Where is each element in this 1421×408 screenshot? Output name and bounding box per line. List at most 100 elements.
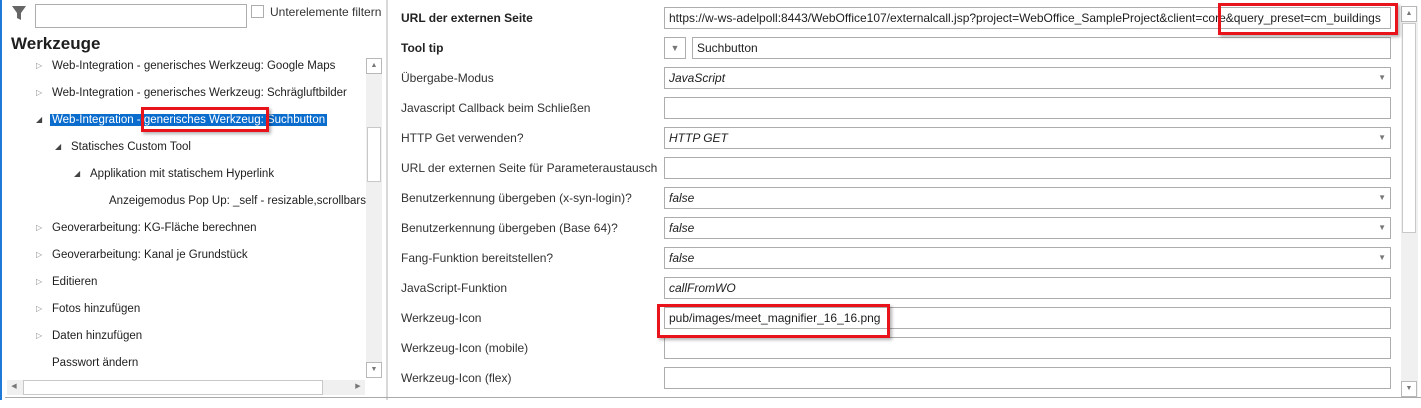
tree-item-label: Geoverarbeitung: KG-Fläche berechnen bbox=[52, 222, 257, 234]
chevron-down-icon[interactable]: ▼ bbox=[1378, 218, 1386, 238]
tree-item[interactable]: ▷ Editieren bbox=[36, 272, 98, 292]
collapsed-arrow-icon[interactable]: ▷ bbox=[36, 56, 46, 76]
property-value: JavaScript bbox=[669, 71, 726, 85]
property-select[interactable]: HTTP GET ▼ bbox=[664, 127, 1391, 149]
tree-item-label: Daten hinzufügen bbox=[52, 330, 143, 342]
property-value: false bbox=[669, 191, 695, 205]
tree-item[interactable]: ◢ Statisches Custom Tool bbox=[55, 137, 191, 157]
expanded-arrow-icon[interactable]: ◢ bbox=[74, 164, 84, 184]
scroll-down-icon[interactable]: ▼ bbox=[366, 362, 382, 378]
expanded-arrow-icon[interactable]: ◢ bbox=[36, 110, 46, 130]
property-row: Werkzeug-Icon (flex) bbox=[401, 363, 1396, 393]
property-input[interactable] bbox=[664, 367, 1391, 389]
scroll-right-icon[interactable]: ▶ bbox=[351, 380, 365, 395]
filter-children-label: Unterelemente filtern bbox=[270, 5, 382, 19]
property-select[interactable]: false ▼ bbox=[664, 247, 1391, 269]
tree-item[interactable]: ◢ Applikation mit statischem Hyperlink bbox=[74, 164, 275, 184]
property-value: false bbox=[669, 251, 695, 265]
tree-item-label: Statisches Custom Tool bbox=[71, 141, 191, 153]
filter-children-checkbox[interactable] bbox=[251, 5, 264, 18]
property-label: Werkzeug-Icon (mobile) bbox=[401, 341, 529, 355]
divider bbox=[5, 397, 1421, 398]
property-label: URL der externen Seite bbox=[401, 11, 533, 25]
property-label: URL der externen Seite für Parameteraust… bbox=[401, 161, 658, 175]
tree-item[interactable]: ◢ Web-Integration - generisches Werkzeug:… bbox=[36, 110, 328, 130]
property-value: callFromWO bbox=[669, 281, 736, 295]
property-value: https://w-ws-adelpoll:8443/WebOffice107/… bbox=[669, 11, 1381, 25]
expanded-arrow-icon[interactable]: ◢ bbox=[55, 137, 65, 157]
tree-item[interactable]: Passwort ändern bbox=[52, 353, 138, 373]
collapsed-arrow-icon[interactable]: ▷ bbox=[36, 218, 46, 238]
property-row: JavaScript-Funktion callFromWO bbox=[401, 273, 1396, 303]
property-row: Benutzerkennung übergeben (Base 64)? fals… bbox=[401, 213, 1396, 243]
property-row: Werkzeug-Icon (mobile) bbox=[401, 333, 1396, 363]
property-row: Übergabe-Modus JavaScript ▼ bbox=[401, 63, 1396, 93]
property-value: HTTP GET bbox=[669, 131, 728, 145]
property-input[interactable] bbox=[664, 157, 1391, 179]
tree-vertical-scrollbar[interactable]: ▲ ▼ bbox=[366, 58, 382, 378]
property-select[interactable]: false ▼ bbox=[664, 217, 1391, 239]
property-label: Javascript Callback beim Schließen bbox=[401, 101, 591, 115]
collapsed-arrow-icon[interactable]: ▷ bbox=[36, 299, 46, 319]
chevron-down-icon[interactable]: ▼ bbox=[1378, 128, 1386, 148]
collapsed-arrow-icon[interactable]: ▷ bbox=[36, 83, 46, 103]
property-select[interactable]: false ▼ bbox=[664, 187, 1391, 209]
tree-item[interactable]: ▷ Daten hinzufügen bbox=[36, 326, 143, 346]
property-label: Benutzerkennung übergeben (x-syn-login)? bbox=[401, 191, 632, 205]
property-input[interactable] bbox=[664, 97, 1391, 119]
property-input[interactable]: callFromWO bbox=[664, 277, 1391, 299]
splitter[interactable] bbox=[386, 0, 388, 400]
chevron-down-icon[interactable]: ▼ bbox=[1378, 68, 1386, 88]
scroll-down-icon[interactable]: ▼ bbox=[1401, 381, 1417, 397]
property-label: Übergabe-Modus bbox=[401, 71, 494, 85]
chevron-down-icon[interactable]: ▼ bbox=[1378, 248, 1386, 268]
property-row: Werkzeug-Icon pub/images/meet_magnifier_1… bbox=[401, 303, 1396, 333]
tree-item-label: Editieren bbox=[52, 276, 98, 288]
property-label: Werkzeug-Icon bbox=[401, 311, 482, 325]
scroll-up-icon[interactable]: ▲ bbox=[366, 58, 382, 74]
property-value: Suchbutton bbox=[697, 41, 758, 55]
tree-item-label: Geoverarbeitung: Kanal je Grundstück bbox=[52, 249, 248, 261]
tree-item[interactable]: ▷ Web-Integration - generisches Werkzeug:… bbox=[36, 83, 347, 103]
property-label: Werkzeug-Icon (flex) bbox=[401, 371, 512, 385]
property-label: Benutzerkennung übergeben (Base 64)? bbox=[401, 221, 618, 235]
property-input[interactable]: https://w-ws-adelpoll:8443/WebOffice107/… bbox=[664, 7, 1391, 29]
filter-input[interactable] bbox=[35, 4, 247, 28]
property-input[interactable] bbox=[664, 337, 1391, 359]
properties-scrollbar[interactable]: ▲ ▼ bbox=[1401, 6, 1418, 397]
property-row: HTTP Get verwenden? HTTP GET ▼ bbox=[401, 123, 1396, 153]
tree-item[interactable]: ▷ Fotos hinzufügen bbox=[36, 299, 140, 319]
tree-item[interactable]: ▷ Web-Integration - generisches Werkzeug:… bbox=[36, 56, 336, 76]
property-label: HTTP Get verwenden? bbox=[401, 131, 524, 145]
collapsed-arrow-icon[interactable]: ▷ bbox=[36, 272, 46, 292]
scroll-up-icon[interactable]: ▲ bbox=[1401, 6, 1417, 22]
property-row: Fang-Funktion bereitstellen? false ▼ bbox=[401, 243, 1396, 273]
tree-item-label: Applikation mit statischem Hyperlink bbox=[90, 168, 275, 180]
property-label: Tool tip bbox=[401, 41, 444, 55]
property-input[interactable]: pub/images/meet_magnifier_16_16.png bbox=[664, 307, 1391, 329]
tree-item[interactable]: ▷ Geoverarbeitung: KG-Fläche berechnen bbox=[36, 218, 257, 238]
tree-item-label: Passwort ändern bbox=[52, 357, 139, 369]
tools-panel: Unterelemente filtern Werkzeuge ▷ Web-Int… bbox=[0, 0, 386, 400]
scroll-left-icon[interactable]: ◀ bbox=[7, 380, 21, 395]
property-input[interactable]: Suchbutton bbox=[692, 37, 1391, 59]
tree-horizontal-scrollbar[interactable]: ◀ ▶ bbox=[7, 380, 365, 395]
property-label: Fang-Funktion bereitstellen? bbox=[401, 251, 554, 265]
tree-item-label: Web-Integration - generisches Werkzeug: … bbox=[52, 60, 336, 72]
collapsed-arrow-icon[interactable]: ▷ bbox=[36, 245, 46, 265]
tree-item-label: Web-Integration - generisches Werkzeug: … bbox=[50, 114, 328, 126]
chevron-down-icon[interactable]: ▼ bbox=[1378, 188, 1386, 208]
tooltip-language-dropdown-icon[interactable]: ▼ bbox=[664, 37, 686, 59]
collapsed-arrow-icon[interactable]: ▷ bbox=[36, 326, 46, 346]
tree-item-label: Web-Integration - generisches Werkzeug: … bbox=[52, 87, 347, 99]
property-row: URL der externen Seite für Parameteraust… bbox=[401, 153, 1396, 183]
tree-item-label: Anzeigemodus Pop Up: _self - resizable,s… bbox=[109, 195, 366, 207]
hscroll-thumb[interactable] bbox=[23, 380, 323, 395]
scroll-thumb[interactable] bbox=[367, 127, 381, 182]
filter-icon[interactable] bbox=[11, 5, 27, 21]
property-row: Javascript Callback beim Schließen bbox=[401, 93, 1396, 123]
tree-item[interactable]: ▷ Geoverarbeitung: Kanal je Grundstück bbox=[36, 245, 248, 265]
property-select[interactable]: JavaScript ▼ bbox=[664, 67, 1391, 89]
tree-item[interactable]: Anzeigemodus Pop Up: _self - resizable,s… bbox=[109, 191, 366, 211]
scroll-thumb[interactable] bbox=[1402, 23, 1416, 233]
